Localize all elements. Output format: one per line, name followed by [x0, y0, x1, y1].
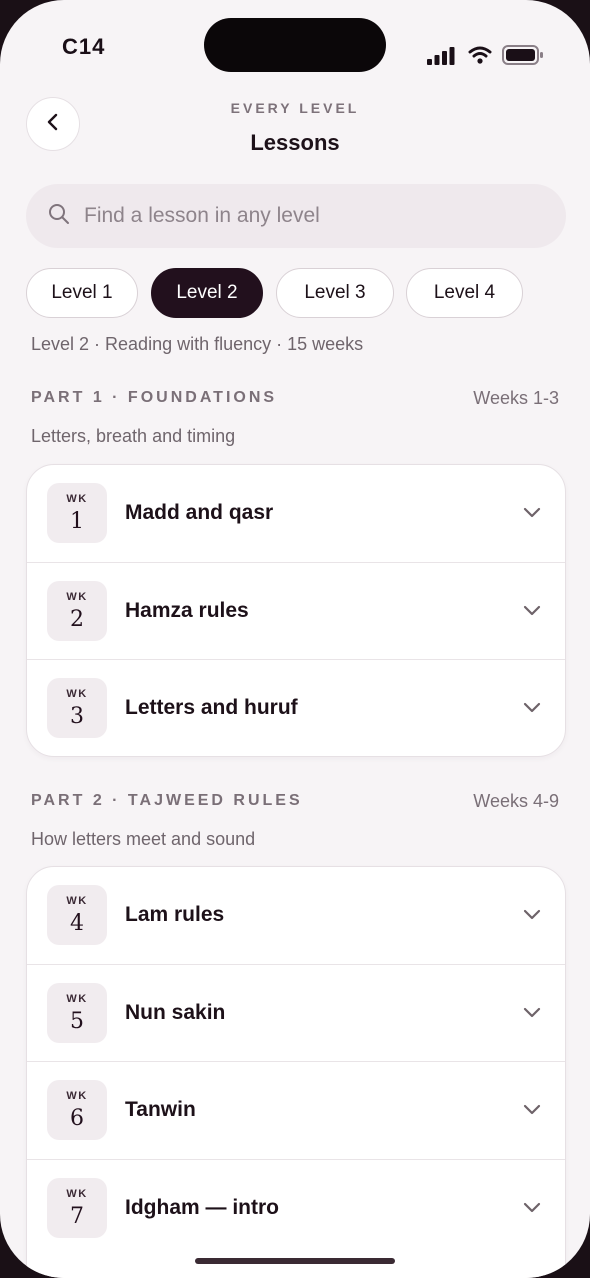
- chevron-down-icon[interactable]: [523, 907, 541, 925]
- section-weeks: Weeks 1-3: [473, 388, 559, 408]
- week-label: WK: [66, 1090, 88, 1102]
- phone-screen: C14 EVERY LEVEL Lessons Find a lesson in…: [0, 0, 590, 1278]
- week-number: 1: [70, 509, 84, 534]
- tab-label: Level 3: [304, 282, 366, 303]
- lesson-row[interactable]: WK 5 Nun sakin: [27, 965, 565, 1062]
- search-input[interactable]: Find a lesson in any level: [26, 184, 566, 248]
- tab-level-1[interactable]: Level 1: [26, 268, 138, 318]
- week-label: WK: [66, 895, 88, 907]
- dynamic-island: [204, 18, 386, 72]
- chevron-down-icon[interactable]: [523, 700, 541, 718]
- lesson-row[interactable]: WK 7 Idgham — intro: [27, 1160, 565, 1258]
- section-title: PART 1 · FOUNDATIONS: [31, 389, 278, 406]
- week-badge: WK 4: [47, 885, 107, 945]
- week-label: WK: [66, 1187, 88, 1200]
- week-badge: WK 1: [47, 483, 107, 543]
- week-number: 5: [70, 1008, 84, 1034]
- week-badge: WK 5: [47, 982, 107, 1043]
- lesson-title: Lam rules: [125, 903, 225, 926]
- lesson-title: Letters and huruf: [125, 696, 298, 719]
- section-subtitle: Letters, breath and timing: [31, 426, 236, 446]
- week-number: 4: [70, 911, 84, 936]
- page-title: Lessons: [250, 130, 340, 155]
- lesson-title: Nun sakin: [125, 1000, 226, 1024]
- status-time: C14: [62, 34, 106, 59]
- lesson-title: Madd and qasr: [125, 501, 274, 524]
- week-badge: WK 7: [47, 1177, 107, 1238]
- lesson-row[interactable]: WK 1 Madd and qasr: [27, 465, 565, 563]
- chevron-down-icon[interactable]: [523, 603, 541, 621]
- tab-level-2[interactable]: Level 2: [151, 268, 263, 318]
- level-description: Level 2 · Reading with fluency · 15 week…: [31, 334, 364, 354]
- lesson-title: Idgham — intro: [125, 1195, 279, 1219]
- header-eyebrow: EVERY LEVEL: [230, 100, 360, 116]
- lesson-title: Tanwin: [125, 1098, 196, 1121]
- lesson-row[interactable]: WK 4 Lam rules: [27, 867, 565, 965]
- battery-icon: [502, 44, 544, 71]
- search-icon: [48, 203, 70, 230]
- section-subtitle: How letters meet and sound: [31, 829, 256, 849]
- week-label: WK: [66, 688, 88, 700]
- week-number: 7: [70, 1203, 84, 1229]
- week-number: 3: [70, 704, 84, 729]
- home-indicator[interactable]: [195, 1258, 395, 1264]
- lesson-card-part-1: WK 1 Madd and qasr WK 2 Hamza rules WK 3…: [26, 464, 566, 757]
- lesson-card-part-2: WK 4 Lam rules WK 5 Nun sakin WK 6 Tanwi…: [26, 866, 566, 1278]
- week-badge: WK 3: [47, 678, 107, 738]
- lesson-row[interactable]: WK 2 Hamza rules: [27, 563, 565, 660]
- tab-label: Level 2: [176, 282, 238, 303]
- week-number: 2: [70, 606, 84, 632]
- week-label: WK: [66, 493, 88, 505]
- chevron-down-icon[interactable]: [523, 1005, 541, 1023]
- tab-label: Level 1: [51, 282, 113, 303]
- section-header-part-1: PART 1 · FOUNDATIONS Weeks 1-3: [31, 388, 559, 413]
- section-title: PART 2 · TAJWEED RULES: [31, 792, 303, 809]
- week-number: 6: [70, 1106, 84, 1131]
- week-label: WK: [66, 590, 88, 603]
- lesson-title: Hamza rules: [125, 598, 249, 622]
- lesson-row[interactable]: WK 6 Tanwin: [27, 1062, 565, 1160]
- section-header-part-2: PART 2 · TAJWEED RULES Weeks 4-9: [31, 791, 559, 816]
- tab-level-3[interactable]: Level 3: [276, 268, 394, 318]
- week-badge: WK 6: [47, 1080, 107, 1140]
- week-label: WK: [66, 992, 88, 1005]
- search-placeholder: Find a lesson in any level: [84, 204, 320, 227]
- tab-label: Level 4: [433, 282, 496, 303]
- signal-icon: [426, 44, 456, 71]
- chevron-down-icon[interactable]: [523, 1200, 541, 1218]
- chevron-down-icon[interactable]: [523, 1102, 541, 1120]
- chevron-down-icon[interactable]: [523, 505, 541, 523]
- wifi-icon: [468, 45, 492, 70]
- tab-level-4[interactable]: Level 4: [406, 268, 523, 318]
- week-badge: WK 2: [47, 580, 107, 641]
- section-weeks: Weeks 4-9: [473, 791, 559, 811]
- lesson-row[interactable]: WK 3 Letters and huruf: [27, 660, 565, 756]
